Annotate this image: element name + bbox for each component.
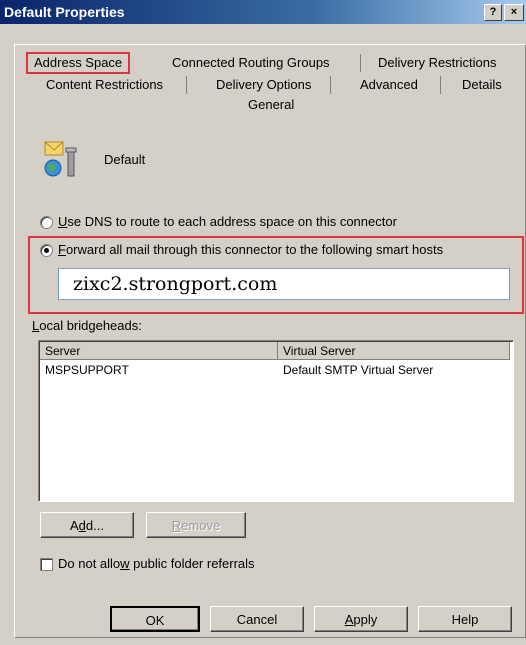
forward-smart-hosts-radio[interactable] [40, 244, 53, 257]
public-folder-referrals-checkbox[interactable] [40, 558, 53, 571]
add-button[interactable]: Add... [40, 512, 134, 538]
list-item-server[interactable]: MSPSUPPORT [45, 363, 129, 377]
column-header-server[interactable]: Server [40, 342, 278, 360]
use-dns-label[interactable]: Use DNS to route to each address space o… [58, 214, 397, 229]
remove-button[interactable]: Remove [146, 512, 246, 538]
connector-globe-envelope-icon [44, 140, 78, 178]
window-title: Default Properties [4, 4, 125, 20]
smart-hosts-input[interactable]: zixc2.strongport.com [58, 268, 510, 300]
apply-button[interactable]: Apply [314, 606, 408, 632]
public-folder-referrals-label[interactable]: Do not allow public folder referrals [58, 556, 255, 571]
list-item-virtual-server[interactable]: Default SMTP Virtual Server [283, 363, 433, 377]
close-button[interactable]: × [504, 4, 524, 21]
help-dialog-button[interactable]: Help [418, 606, 512, 632]
ok-button[interactable]: OK [110, 606, 200, 632]
title-bar: Default Properties ? × [0, 0, 526, 24]
connector-name: Default [104, 152, 146, 167]
column-header-virtual-server[interactable]: Virtual Server [278, 342, 510, 360]
use-dns-radio[interactable] [40, 216, 53, 229]
forward-smart-hosts-label[interactable]: Forward all mail through this connector … [58, 242, 443, 257]
cancel-button[interactable]: Cancel [210, 606, 304, 632]
bridgeheads-list[interactable]: Server Virtual Server MSPSUPPORT Default… [38, 340, 514, 502]
help-button[interactable]: ? [484, 4, 502, 21]
local-bridgeheads-label: Local bridgeheads: [32, 318, 142, 333]
